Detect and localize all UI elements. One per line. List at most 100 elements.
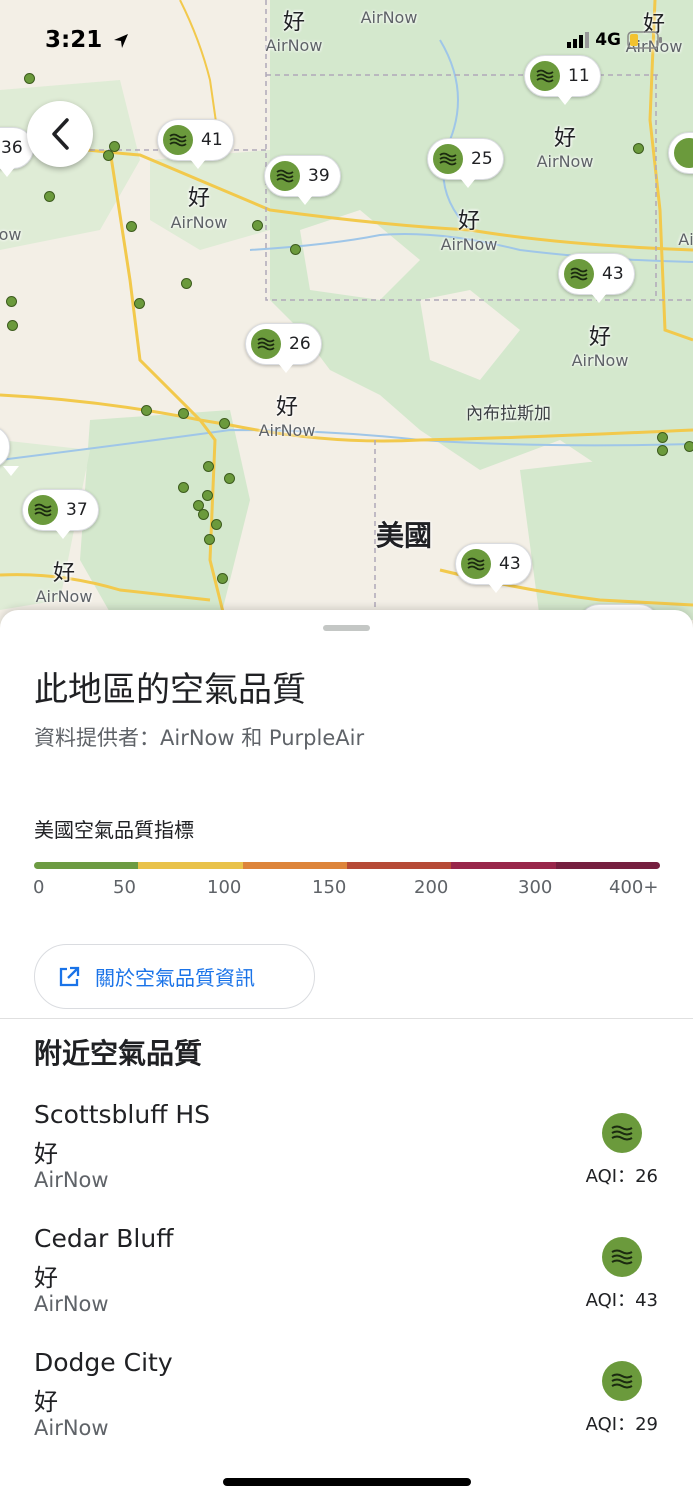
network-type: 4G	[595, 30, 621, 50]
station-dot[interactable]	[141, 405, 152, 416]
about-air-quality-button[interactable]: 關於空氣品質資訊	[34, 944, 315, 1009]
station-dot[interactable]	[203, 461, 214, 472]
signal-icon	[567, 32, 590, 48]
marker-quality: 好	[275, 395, 299, 420]
marker-quality: 好	[588, 325, 612, 350]
station-dot[interactable]	[684, 441, 693, 452]
aqi-scale-segment	[34, 862, 139, 869]
map-quality-label: 好	[282, 10, 306, 35]
scale-tick: 400+	[609, 877, 659, 898]
station-dot[interactable]	[219, 418, 230, 429]
marker-value: 25	[471, 149, 493, 169]
station-quality: 好	[34, 1264, 58, 1292]
air-quality-waves-icon	[28, 495, 58, 525]
station-dot[interactable]	[657, 432, 668, 443]
aqi-marker[interactable]: 43	[558, 253, 635, 303]
status-icons: 4G	[567, 30, 663, 50]
station-name: Cedar Bluff	[34, 1224, 174, 1253]
air-quality-waves-icon	[602, 1113, 642, 1153]
air-quality-waves-icon	[433, 144, 463, 174]
nearby-station-item[interactable]: Dodge City 好 AirNow AQI：29	[0, 1348, 693, 1458]
marker-quality: 好	[553, 126, 577, 151]
nearby-station-item[interactable]: Scottsbluff HS 好 AirNow AQI：26	[0, 1100, 693, 1210]
map-source-label: ow	[0, 225, 22, 244]
marker-quality: 好	[52, 561, 76, 586]
air-quality-sheet[interactable]: 此地區的空氣品質 資料提供者：AirNow 和 PurpleAir 美國空氣品質…	[0, 610, 693, 1500]
station-dot[interactable]	[202, 490, 213, 501]
station-dot[interactable]	[126, 221, 137, 232]
aqi-marker[interactable]: 37	[22, 489, 99, 539]
station-quality: 好	[34, 1388, 58, 1416]
marker-value: 26	[289, 334, 311, 354]
station-dot[interactable]	[224, 473, 235, 484]
marker-value: 43	[602, 264, 624, 284]
station-dot[interactable]	[24, 73, 35, 84]
marker-value: 36	[1, 138, 23, 158]
station-dot[interactable]	[217, 573, 228, 584]
place-label-usa: 美國	[376, 519, 433, 552]
station-source: AirNow	[34, 1416, 109, 1440]
aqi-marker[interactable]: 43	[455, 543, 532, 593]
aqi-marker[interactable]: 26	[245, 323, 322, 373]
aqi-scale-segment	[346, 862, 452, 869]
marker-value: 37	[66, 500, 88, 520]
marker-quality: 好	[457, 209, 481, 234]
divider	[0, 1018, 693, 1019]
station-dot[interactable]	[198, 509, 209, 520]
map-view[interactable]: 好 AirNow AirNow 好 AirNow ow Ai 內布拉斯加 美國 …	[0, 0, 693, 640]
station-dot[interactable]	[211, 519, 222, 530]
about-air-quality-label: 關於空氣品質資訊	[95, 966, 255, 990]
station-aqi: AQI：43	[585, 1290, 658, 1311]
marker-quality: 好	[187, 186, 211, 211]
scale-tick: 300	[518, 877, 553, 898]
aqi-scale-segment	[242, 862, 347, 869]
aqi-scale-segment	[451, 862, 556, 869]
aqi-marker[interactable]: 39	[264, 155, 341, 205]
air-quality-waves-icon	[163, 125, 193, 155]
marker-source: AirNow	[35, 587, 93, 606]
station-name: Scottsbluff HS	[34, 1100, 211, 1129]
station-quality: 好	[34, 1140, 58, 1168]
marker-source: AirNow	[170, 213, 228, 232]
aqi-scale-segment	[555, 862, 660, 869]
aqi-scale-segment	[138, 862, 243, 869]
marker-value: 43	[499, 554, 521, 574]
aqi-marker[interactable]: 41	[157, 119, 234, 169]
marker-value: 11	[568, 66, 590, 86]
station-dot[interactable]	[657, 445, 668, 456]
scale-tick: 200	[414, 877, 449, 898]
station-dot[interactable]	[290, 244, 301, 255]
open-external-icon	[59, 966, 80, 986]
station-dot[interactable]	[178, 408, 189, 419]
station-dot[interactable]	[7, 320, 18, 331]
station-source: AirNow	[34, 1168, 109, 1192]
map-source-label: AirNow	[360, 8, 418, 27]
station-aqi: AQI：26	[585, 1166, 658, 1187]
station-dot[interactable]	[6, 296, 17, 307]
back-button[interactable]	[27, 101, 93, 167]
station-name: Dodge City	[34, 1348, 173, 1377]
status-time-text: 3:21	[45, 27, 103, 53]
station-dot[interactable]	[44, 191, 55, 202]
home-indicator[interactable]	[223, 1478, 471, 1486]
aqi-marker[interactable]: 11	[524, 55, 601, 105]
station-dot[interactable]	[181, 278, 192, 289]
drag-handle[interactable]	[323, 625, 370, 631]
air-quality-waves-icon	[564, 259, 594, 289]
station-dot[interactable]	[633, 143, 644, 154]
air-quality-waves-icon	[530, 61, 560, 91]
station-dot[interactable]	[109, 141, 120, 152]
station-dot[interactable]	[252, 220, 263, 231]
aqi-marker[interactable]: 25	[427, 138, 504, 188]
marker-source: AirNow	[258, 421, 316, 440]
station-dot[interactable]	[204, 534, 215, 545]
air-quality-waves-icon	[461, 549, 491, 579]
marker-value: 39	[308, 166, 330, 186]
nearby-station-item[interactable]: Cedar Bluff 好 AirNow AQI：43	[0, 1224, 693, 1334]
station-dot[interactable]	[134, 298, 145, 309]
place-label-nebraska: 內布拉斯加	[466, 404, 551, 424]
marker-source: AirNow	[571, 351, 629, 370]
marker-value: 41	[201, 130, 223, 150]
nearby-title: 附近空氣品質	[34, 1037, 203, 1070]
station-dot[interactable]	[178, 482, 189, 493]
